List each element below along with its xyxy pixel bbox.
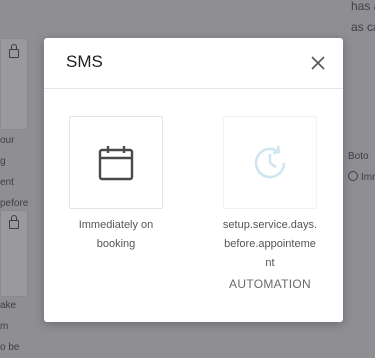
- close-button[interactable]: [308, 53, 328, 73]
- option-immediately-on-booking[interactable]: Immediately on booking: [69, 116, 163, 254]
- option-days-before-appointment[interactable]: setup.service.days.before.appointement A…: [222, 116, 318, 294]
- clock-refresh-icon: [254, 145, 286, 178]
- modal-header: SMS: [44, 38, 343, 89]
- background-text: Boto Imm: [348, 151, 375, 183]
- background-text: ake m o be: [0, 300, 20, 353]
- modal-title: SMS: [66, 52, 103, 71]
- close-icon: [311, 56, 325, 70]
- background-text: has a as ca: [351, 0, 375, 34]
- lock-icon: [9, 44, 19, 58]
- automation-label: AUTOMATION: [229, 277, 311, 291]
- background-text: our g ent pefore: [0, 135, 29, 209]
- sms-modal: SMS Immediately on booking setup.service…: [44, 38, 343, 322]
- option-label: Immediately on booking: [78, 219, 154, 250]
- option-icon-box[interactable]: [69, 116, 163, 209]
- option-label: setup.service.days.before.appointement: [222, 219, 318, 269]
- calendar-icon: [98, 145, 134, 180]
- clock-icon: [348, 171, 358, 181]
- option-icon-box[interactable]: [223, 116, 317, 209]
- lock-icon: [9, 215, 19, 229]
